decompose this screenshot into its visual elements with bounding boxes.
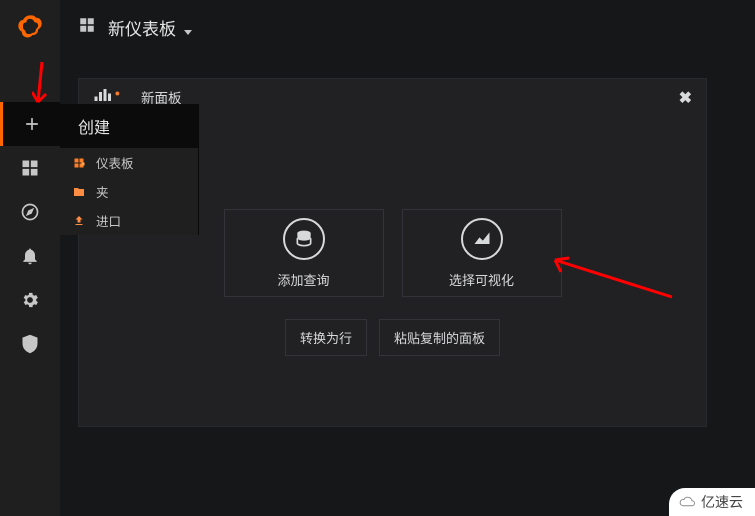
- flyout-item-label: 夹: [96, 182, 109, 201]
- grafana-icon: [16, 13, 44, 41]
- sidebar-item-dashboards[interactable]: [0, 146, 60, 190]
- annotation-arrow-1: [32, 60, 52, 108]
- sidebar-item-alerts[interactable]: [0, 234, 60, 278]
- import-small-icon: [72, 214, 86, 228]
- sidebar-item-explore[interactable]: [0, 190, 60, 234]
- watermark: 亿速云: [669, 488, 755, 516]
- flyout-item-dashboard[interactable]: 仪表板: [60, 148, 198, 177]
- cloud-icon: [677, 495, 697, 509]
- watermark-text: 亿速云: [701, 492, 743, 512]
- topbar: 新仪表板: [60, 0, 755, 54]
- sidebar-item-settings[interactable]: [0, 278, 60, 322]
- grid-icon: [20, 158, 40, 178]
- add-query-label: 添加查询: [277, 270, 329, 289]
- bell-icon: [20, 246, 40, 266]
- flyout-item-label: 进口: [96, 211, 121, 230]
- grafana-logo[interactable]: [0, 0, 60, 54]
- flyout-item-folder[interactable]: 夹: [60, 177, 198, 206]
- gear-icon: [20, 290, 40, 310]
- dashboard-title[interactable]: 新仪表板: [108, 15, 192, 40]
- sidebar-item-shield[interactable]: [0, 322, 60, 366]
- convert-row-button[interactable]: 转换为行: [285, 319, 367, 356]
- paste-panel-button[interactable]: 粘贴复制的面板: [379, 319, 500, 356]
- flyout-item-label: 仪表板: [96, 153, 134, 172]
- create-flyout: 创建 仪表板 夹 进口: [60, 104, 199, 235]
- chart-icon: [461, 218, 503, 260]
- compass-icon: [20, 202, 40, 222]
- plus-icon: [22, 114, 42, 134]
- sidebar-item-create[interactable]: [0, 102, 60, 146]
- flyout-header: 创建: [60, 104, 198, 148]
- database-icon: [283, 218, 325, 260]
- close-icon[interactable]: ✖: [679, 88, 692, 107]
- add-query-card[interactable]: 添加查询: [224, 209, 384, 297]
- dashboard-icon: [78, 16, 96, 38]
- select-viz-label: 选择可视化: [449, 270, 514, 289]
- select-viz-card[interactable]: 选择可视化: [402, 209, 562, 297]
- shield-icon: [20, 334, 40, 354]
- dashboard-small-icon: [72, 156, 86, 170]
- dashboard-title-text: 新仪表板: [108, 20, 176, 40]
- flyout-item-import[interactable]: 进口: [60, 206, 198, 235]
- chevron-down-icon: [184, 30, 192, 35]
- folder-small-icon: [72, 185, 86, 199]
